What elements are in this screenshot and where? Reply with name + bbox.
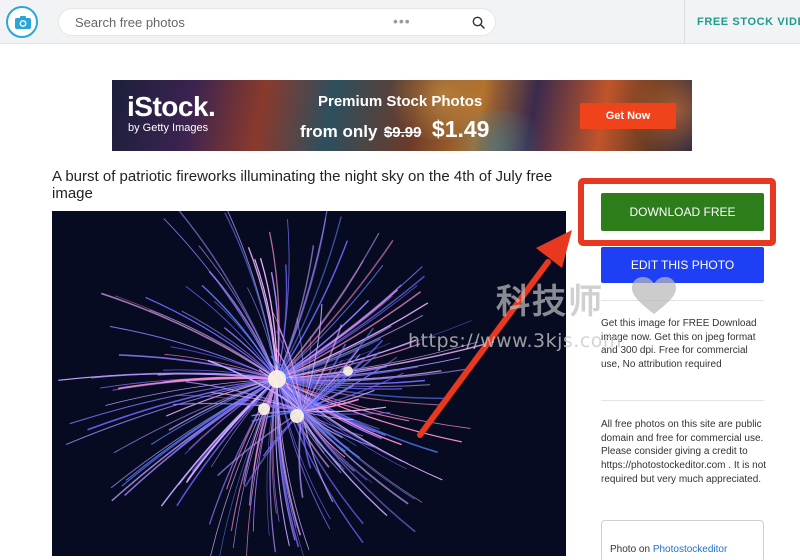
ad-price-row: from only $9.99 $1.49 [300,116,489,143]
watermark-chinese-text: 科技师 [496,282,604,322]
highlight-box [578,178,776,246]
photo-credit: Photo on Photostockeditor [610,544,727,555]
search-bar: ••• [58,8,496,36]
photo-credit-link[interactable]: Photostockeditor [653,544,728,555]
photo-credit-box: Photo on Photostockeditor [601,520,764,560]
ad-headline: Premium Stock Photos [318,93,483,110]
istock-tagline: by Getty Images [128,122,209,134]
edit-photo-button[interactable]: EDIT THIS PHOTO [601,247,764,283]
sidebar-divider [601,300,764,301]
fireworks-photo[interactable] [52,211,566,556]
ad-new-price: $1.49 [431,116,490,142]
fireworks-image [52,211,566,556]
page-title: A burst of patriotic fireworks illuminat… [52,168,553,202]
photo-credit-prefix: Photo on [610,544,651,555]
more-options-icon[interactable]: ••• [393,13,411,29]
search-input[interactable] [75,9,375,35]
top-bar: ••• FREE STOCK VIDEO [0,0,800,44]
license-info-text: All free photos on this site are public … [601,419,767,485]
ad-price-prefix: from only [300,122,378,141]
download-info-text: Get this image for FREE Download image n… [601,318,757,371]
camera-logo-icon[interactable] [6,6,38,38]
search-icon[interactable] [472,16,485,34]
ad-banner[interactable]: iStock. by Getty Images Premium Stock Ph… [112,80,692,151]
ad-get-now-button[interactable]: Get Now [580,103,676,129]
ad-old-price: $9.99 [383,124,422,141]
istock-logo: iStock. [127,91,216,122]
heart-watermark-icon [630,276,678,321]
sidebar-divider [601,400,764,401]
nav-divider [684,0,685,44]
watermark-url-text: https://www.3kjs.com [408,330,622,352]
nav-link-free-stock-video[interactable]: FREE STOCK VIDEO [697,16,800,28]
